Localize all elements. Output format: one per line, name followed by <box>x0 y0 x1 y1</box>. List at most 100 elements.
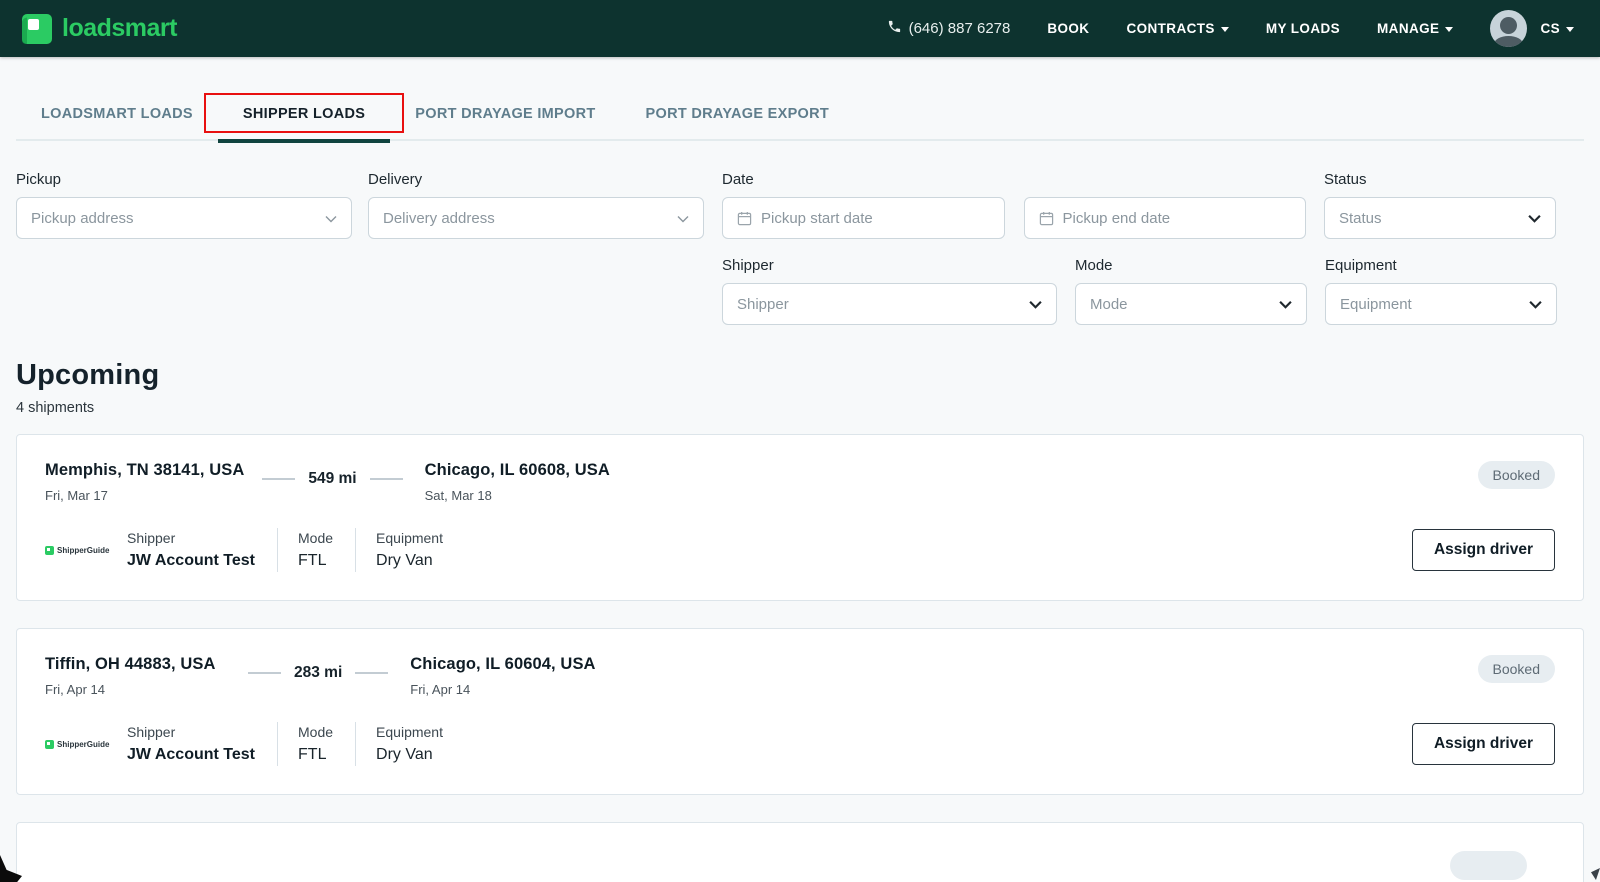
phone-number[interactable]: (646) 887 6278 <box>887 19 1011 38</box>
nav-item-book[interactable]: BOOK <box>1047 21 1089 36</box>
user-initials-menu[interactable]: CS <box>1540 21 1574 36</box>
equipment-value: Dry Van <box>376 552 433 569</box>
detail-divider <box>277 528 279 572</box>
mode-select[interactable]: Mode <box>1075 283 1307 325</box>
calendar-icon <box>737 211 752 226</box>
status-badge: Booked <box>1477 461 1555 489</box>
status-select[interactable]: Status <box>1324 197 1556 239</box>
chevron-down-icon <box>1566 26 1574 32</box>
distance-value: 549 mi <box>308 470 357 487</box>
nav-item-my-loads[interactable]: MY LOADS <box>1266 21 1340 36</box>
mode-value: FTL <box>298 552 327 569</box>
tab-port-drayage-export-label: PORT DRAYAGE EXPORT <box>645 106 830 122</box>
status-badge: Booked <box>1477 655 1555 683</box>
shipper-label: Shipper <box>127 530 176 546</box>
route-distance: 549 mi <box>262 470 403 488</box>
chevron-down-icon <box>1220 26 1229 32</box>
status-placeholder: Status <box>1339 209 1382 227</box>
nav-item-manage[interactable]: MANAGE <box>1377 21 1454 36</box>
mode-detail: Mode FTL <box>298 530 333 570</box>
tab-port-drayage-export[interactable]: PORT DRAYAGE EXPORT <box>621 87 855 141</box>
chevron-down-icon <box>1445 26 1454 32</box>
pickup-filter-label: Pickup <box>16 171 62 188</box>
detail-divider <box>277 722 279 766</box>
pickup-end-date-input[interactable]: Pickup end date <box>1023 197 1306 239</box>
origin-stop: Tiffin, OH 44883, USA Fri, Apr 14 <box>45 655 230 697</box>
pickup-start-date-input[interactable]: Pickup start date <box>722 197 1005 239</box>
calendar-icon <box>1039 211 1054 226</box>
assign-driver-button[interactable]: Assign driver <box>1411 529 1555 571</box>
user-initials: CS <box>1540 21 1560 36</box>
nav-item-contracts[interactable]: CONTRACTS <box>1126 21 1229 36</box>
shipper-value: JW Account Test <box>127 746 256 763</box>
status-badge <box>1450 851 1527 880</box>
pickup-end-date-placeholder: Pickup end date <box>1062 209 1171 227</box>
destination-date: Fri, Apr 14 <box>410 682 471 697</box>
equipment-select[interactable]: Equipment <box>1325 283 1557 325</box>
shipper-label: Shipper <box>127 724 176 740</box>
tab-shipper-loads[interactable]: SHIPPER LOADS <box>203 87 405 143</box>
origin-stop: Memphis, TN 38141, USA Fri, Mar 17 <box>45 461 244 503</box>
tab-port-drayage-import-label: PORT DRAYAGE IMPORT <box>415 106 596 122</box>
mode-value: FTL <box>298 746 327 763</box>
tab-loadsmart-loads-label: LOADSMART LOADS <box>41 106 193 122</box>
page-title: Upcoming <box>16 359 160 391</box>
nav-links: (646) 887 6278 BOOK CONTRACTS MY LOADS M… <box>887 10 1574 47</box>
shipper-placeholder: Shipper <box>737 295 789 313</box>
mode-placeholder: Mode <box>1090 295 1128 313</box>
tab-loadsmart-loads[interactable]: LOADSMART LOADS <box>16 87 218 141</box>
origin-city: Tiffin, OH 44883, USA <box>45 655 216 673</box>
delivery-address-select[interactable]: Delivery address <box>368 197 704 239</box>
pickup-start-date-placeholder: Pickup start date <box>761 209 873 227</box>
loads-tab-bar: LOADSMART LOADS SHIPPER LOADS PORT DRAYA… <box>0 57 1600 143</box>
origin-date: Fri, Apr 14 <box>45 682 105 697</box>
route-line-left <box>262 478 296 480</box>
tab-shipper-loads-label: SHIPPER LOADS <box>242 106 366 122</box>
loadsmart-logo-icon <box>22 13 52 44</box>
destination-city: Chicago, IL 60604, USA <box>410 655 596 673</box>
mode-label: Mode <box>298 724 334 740</box>
status-filter-label: Status <box>1324 171 1367 188</box>
route-summary: Memphis, TN 38141, USA Fri, Mar 17 549 m… <box>45 461 610 503</box>
route-summary: Tiffin, OH 44883, USA Fri, Apr 14 283 mi… <box>45 655 596 697</box>
route-line-left <box>248 672 281 674</box>
mode-filter-label: Mode <box>1075 257 1113 274</box>
chevron-down-icon <box>1528 211 1541 226</box>
shipment-count: 4 shipments <box>16 400 95 416</box>
shipper-select[interactable]: Shipper <box>722 283 1057 325</box>
user-avatar[interactable] <box>1490 10 1528 47</box>
load-card: Tiffin, OH 44883, USA Fri, Apr 14 283 mi… <box>16 628 1584 795</box>
detail-divider <box>355 722 357 766</box>
user-menu[interactable]: CS <box>1490 10 1574 47</box>
route-distance: 283 mi <box>248 664 389 682</box>
destination-date: Sat, Mar 18 <box>424 488 492 503</box>
tab-port-drayage-import[interactable]: PORT DRAYAGE IMPORT <box>390 87 620 141</box>
loadsmart-logo-text: loadsmart <box>62 14 177 42</box>
shipperguide-logo-text: ShipperGuide <box>57 739 110 749</box>
shipperguide-logo: ShipperGuide <box>45 545 110 555</box>
equipment-label: Equipment <box>376 530 443 546</box>
nav-item-book-label: BOOK <box>1047 21 1090 36</box>
nav-item-my-loads-label: MY LOADS <box>1265 21 1341 36</box>
assign-driver-button[interactable]: Assign driver <box>1411 723 1555 765</box>
chevron-down-icon <box>325 211 337 226</box>
phone-number-text: (646) 887 6278 <box>908 20 1011 37</box>
top-navigation-bar: loadsmart (646) 887 6278 BOOK CONTRACTS … <box>0 0 1600 57</box>
shipperguide-logo-icon <box>45 545 54 555</box>
filters-panel: Pickup Pickup address Delivery Delivery … <box>0 143 1600 325</box>
shipperguide-logo-icon <box>45 739 54 749</box>
cursor-artifact <box>1591 868 1600 880</box>
destination-stop: Chicago, IL 60604, USA Fri, Apr 14 <box>410 655 595 697</box>
load-card: Memphis, TN 38141, USA Fri, Mar 17 549 m… <box>16 434 1584 601</box>
load-card-partial <box>16 822 1584 882</box>
destination-stop: Chicago, IL 60608, USA Sat, Mar 18 <box>425 461 610 503</box>
destination-city: Chicago, IL 60608, USA <box>424 461 610 479</box>
equipment-placeholder: Equipment <box>1340 295 1412 313</box>
chevron-down-icon <box>1279 297 1292 312</box>
shipperguide-logo-text: ShipperGuide <box>57 545 110 555</box>
equipment-detail: Equipment Dry Van <box>376 530 443 570</box>
pickup-address-select[interactable]: Pickup address <box>16 197 352 239</box>
shipperguide-logo: ShipperGuide <box>45 739 110 749</box>
loadsmart-logo[interactable]: loadsmart <box>22 13 177 44</box>
equipment-value: Dry Van <box>376 746 433 763</box>
